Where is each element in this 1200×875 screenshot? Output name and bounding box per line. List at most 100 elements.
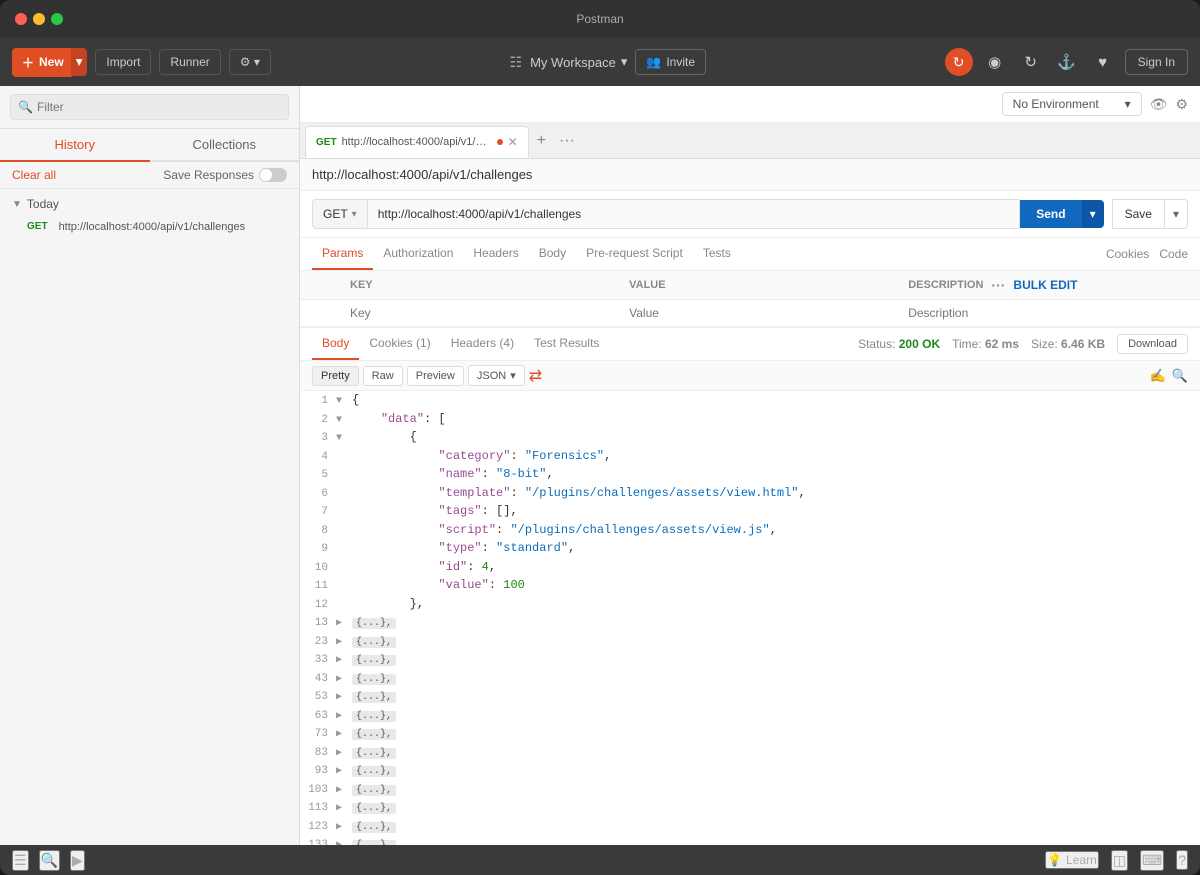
eye-icon[interactable]: 👁	[1150, 96, 1168, 113]
new-dropdown-button[interactable]: ▾	[71, 48, 88, 76]
cookies-link[interactable]: Cookies	[1106, 247, 1149, 261]
value-input[interactable]	[629, 306, 888, 320]
new-button[interactable]: ＋ New	[12, 48, 74, 77]
console-icon[interactable]: ▶	[70, 850, 85, 871]
download-button[interactable]: Download	[1117, 334, 1188, 354]
workspace-selector[interactable]: My Workspace ▾	[530, 54, 627, 70]
format-type-label: JSON	[477, 370, 506, 382]
method-selector[interactable]: GET ▾	[312, 199, 367, 229]
sidebar-actions: Clear all Save Responses	[0, 162, 299, 189]
signin-button[interactable]: Sign In	[1125, 49, 1188, 75]
tab-collections[interactable]: Collections	[150, 129, 300, 160]
save-responses-switch[interactable]	[259, 168, 287, 182]
save-button[interactable]: Save	[1112, 199, 1165, 229]
search-icon: 🔍	[18, 100, 33, 114]
invite-button[interactable]: 👥 Invite	[635, 49, 706, 75]
sidebar-toggle-icon[interactable]: ☰	[12, 850, 29, 871]
url-input[interactable]	[367, 199, 1021, 229]
json-line: 113▶{...},	[300, 798, 1200, 817]
more-tabs-button[interactable]: ···	[554, 132, 580, 150]
request-tab-1[interactable]: GET http://localhost:4000/api/v1/chal ✕	[305, 126, 529, 158]
method-value: GET	[323, 207, 348, 221]
tab-headers[interactable]: Headers	[463, 238, 528, 270]
tab-params[interactable]: Params	[312, 238, 373, 270]
wrap-icon[interactable]: ⇄	[529, 366, 542, 386]
bottom-bar: ☰ 🔍 ▶ 💡 Learn ◫ ⌨ ?	[0, 845, 1200, 875]
help-icon[interactable]: ?	[1176, 850, 1188, 870]
content-area: No Environment ▾ 👁 ⚙ GET http://localhos…	[300, 86, 1200, 845]
save-dropdown-button[interactable]: ▾	[1165, 199, 1188, 229]
lightbulb-icon: 💡	[1047, 853, 1062, 867]
environment-selector[interactable]: No Environment ▾	[1002, 92, 1142, 116]
send-dropdown-button[interactable]: ▾	[1082, 200, 1104, 228]
layout-icon[interactable]: ◫	[1111, 850, 1128, 871]
env-label: No Environment	[1013, 97, 1099, 111]
res-tab-headers[interactable]: Headers (4)	[441, 328, 524, 360]
runner-button[interactable]: Runner	[159, 49, 220, 75]
bell-icon[interactable]: ⚓	[1053, 48, 1081, 76]
plus-icon: ＋	[22, 54, 34, 71]
method-chevron-icon: ▾	[352, 209, 357, 220]
desc-label: DESCRIPTION	[908, 279, 983, 291]
minimize-button[interactable]	[33, 13, 45, 25]
bulk-edit-button[interactable]: Bulk Edit	[1013, 278, 1077, 292]
params-section: KEY VALUE DESCRIPTION ··· Bulk Edit	[300, 271, 1200, 327]
history-icon[interactable]: ↻	[1017, 48, 1045, 76]
json-line: 23▶{...},	[300, 632, 1200, 651]
bottom-left: ☰ 🔍 ▶	[12, 850, 85, 871]
json-line: 33▶{...},	[300, 650, 1200, 669]
json-line: 8 "script": "/plugins/challenges/assets/…	[300, 521, 1200, 540]
format-pretty-button[interactable]: Pretty	[312, 366, 359, 386]
save-responses-toggle: Save Responses	[163, 168, 287, 182]
format-raw-button[interactable]: Raw	[363, 366, 403, 386]
format-type-selector[interactable]: JSON ▾	[468, 365, 525, 386]
code-link[interactable]: Code	[1159, 247, 1188, 261]
format-preview-button[interactable]: Preview	[407, 366, 464, 386]
toolbar-center: ☷ My Workspace ▾ 👥 Invite	[279, 49, 937, 75]
tab-history[interactable]: History	[0, 129, 150, 162]
search-response-icon[interactable]: 🔍	[1172, 368, 1188, 384]
filter-input[interactable]	[10, 94, 289, 120]
format-chevron-icon: ▾	[510, 369, 516, 382]
history-url: http://localhost:4000/api/v1/challenges	[59, 221, 246, 233]
heart-icon[interactable]: ♥	[1089, 48, 1117, 76]
tab-close-icon[interactable]: ✕	[508, 135, 518, 149]
traffic-lights	[15, 13, 63, 25]
today-section-header[interactable]: ▼ Today	[0, 193, 299, 215]
tab-tests[interactable]: Tests	[693, 238, 741, 270]
res-tab-body[interactable]: Body	[312, 328, 359, 360]
window-title: Postman	[576, 12, 623, 26]
tab-authorization[interactable]: Authorization	[373, 238, 463, 270]
desc-input[interactable]	[908, 306, 1190, 320]
maximize-button[interactable]	[51, 13, 63, 25]
keyboard-icon[interactable]: ⌨	[1140, 850, 1164, 871]
tab-prerequest[interactable]: Pre-request Script	[576, 238, 693, 270]
params-table: KEY VALUE DESCRIPTION ··· Bulk Edit	[300, 271, 1200, 327]
history-item[interactable]: GET http://localhost:4000/api/v1/challen…	[0, 215, 299, 238]
tools-button[interactable]: ⚙ ▾	[229, 49, 271, 75]
find-icon[interactable]: 🔍	[39, 850, 60, 871]
clear-all-button[interactable]: Clear all	[12, 168, 56, 182]
copy-icon[interactable]: ✍	[1150, 368, 1166, 384]
import-button[interactable]: Import	[95, 49, 151, 75]
interceptor-icon[interactable]: ◉	[981, 48, 1009, 76]
sync-button[interactable]: ↻	[945, 48, 973, 76]
res-tab-cookies[interactable]: Cookies (1)	[359, 328, 440, 360]
method-badge: GET	[24, 220, 51, 233]
json-line: 1▼{	[300, 391, 1200, 410]
response-size: 6.46 KB	[1061, 337, 1105, 351]
key-input[interactable]	[350, 306, 609, 320]
settings-icon[interactable]: ⚙	[1175, 96, 1188, 113]
request-bar: GET ▾ Send ▾ Save ▾	[300, 191, 1200, 238]
add-tab-button[interactable]: +	[529, 132, 554, 150]
close-button[interactable]	[15, 13, 27, 25]
json-line: 53▶{...},	[300, 687, 1200, 706]
params-more-icon[interactable]: ···	[991, 277, 1005, 293]
json-line: 93▶{...},	[300, 761, 1200, 780]
key-col-header: KEY	[340, 271, 619, 300]
send-button[interactable]: Send	[1020, 200, 1081, 228]
tab-body[interactable]: Body	[529, 238, 576, 270]
titlebar: Postman	[0, 0, 1200, 38]
learn-button[interactable]: 💡 Learn	[1045, 851, 1099, 869]
res-tab-test-results[interactable]: Test Results	[524, 328, 609, 360]
